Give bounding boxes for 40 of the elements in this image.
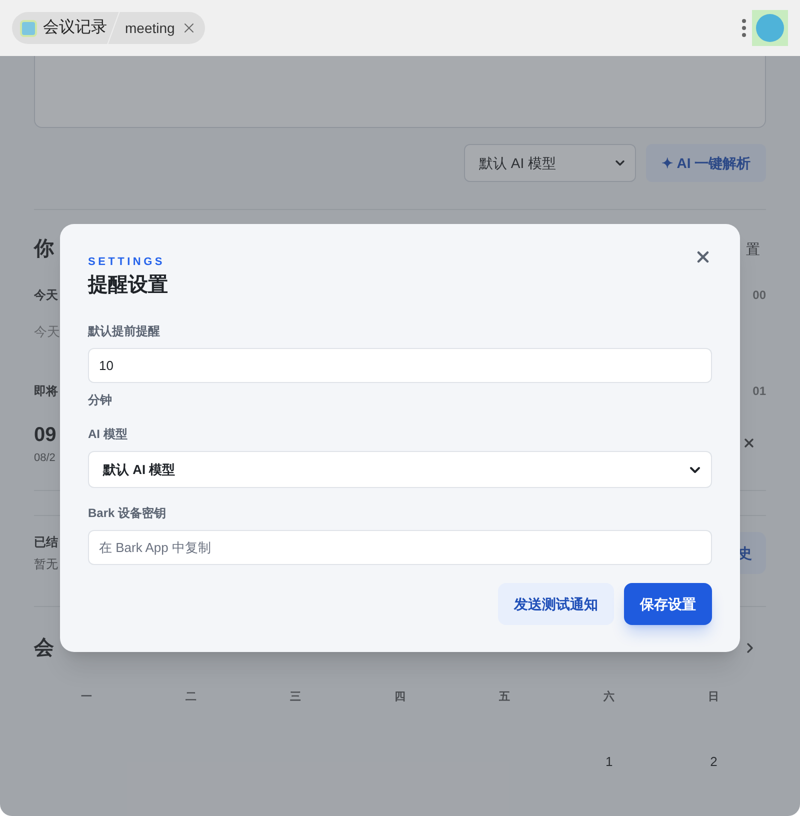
meeting-date: 08/2 xyxy=(34,450,56,466)
analyze-button[interactable]: ✦ AI 一键解析 xyxy=(646,144,766,182)
dialog-title: 提醒设置 xyxy=(88,273,168,298)
today-count: 00 xyxy=(752,287,766,304)
close-icon[interactable] xyxy=(742,436,756,450)
today-label: 今天 xyxy=(34,287,58,304)
ended-label: 已结 xyxy=(34,534,58,551)
upcoming-label: 即将 xyxy=(34,382,58,400)
model-select[interactable]: 默认 AI 模型 xyxy=(464,144,636,182)
weekday-label: 一 xyxy=(80,690,92,705)
app-logo-icon xyxy=(20,20,37,36)
save-button[interactable]: 保存设置 xyxy=(624,583,712,625)
empty-text: 今天 xyxy=(34,323,60,341)
field-label: 默认提前提醒 xyxy=(88,323,161,340)
select-field[interactable]: 默认 AI 模型 xyxy=(88,451,712,488)
settings-link[interactable]: 置 xyxy=(746,238,760,260)
calendar-heading: 会 xyxy=(34,636,54,661)
weekday-label: 三 xyxy=(290,690,301,705)
section-heading: 你 xyxy=(34,237,54,262)
tab-label: meeting xyxy=(125,18,175,38)
input-field[interactable]: 在 Bark App 中复制 xyxy=(88,530,712,565)
calendar-day[interactable]: 1 xyxy=(606,752,613,772)
field-label: Bark 设备密钥 xyxy=(88,505,168,522)
more-icon[interactable] xyxy=(742,18,746,38)
meeting-time: 09 xyxy=(34,422,56,448)
weekday-label: 六 xyxy=(604,690,615,705)
weekday-label: 五 xyxy=(499,690,510,705)
dialog-eyebrow: SETTINGS xyxy=(88,256,166,268)
input-field[interactable]: 10 xyxy=(88,348,712,383)
test-notification-button[interactable]: 发送测试通知 xyxy=(498,583,614,625)
field-label: AI 模型 xyxy=(88,426,128,443)
upcoming-count: 01 xyxy=(752,382,766,400)
empty-text: 暂无 xyxy=(34,556,58,573)
tab-pill[interactable]: 会议记录 meeting xyxy=(12,12,205,44)
weekday-label: 二 xyxy=(185,690,196,705)
unit-label: 分钟 xyxy=(88,392,113,409)
weekday-label: 日 xyxy=(708,690,720,705)
app-title: 会议记录 xyxy=(43,18,107,38)
calendar-day[interactable]: 2 xyxy=(710,752,718,772)
weekday-label: 四 xyxy=(394,690,406,705)
